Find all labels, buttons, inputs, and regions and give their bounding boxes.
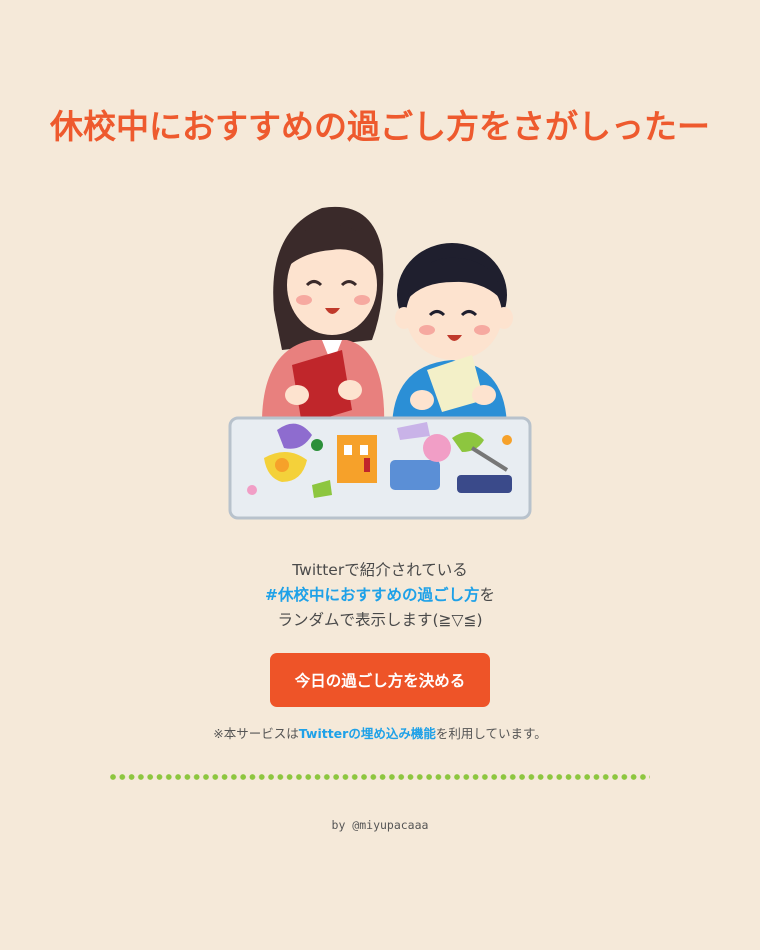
- hashtag-link[interactable]: #休校中におすすめの過ごし方: [265, 586, 480, 604]
- credit-by: by: [331, 818, 353, 832]
- family-craft-illustration: [228, 206, 532, 520]
- notice-prefix: ※本サービスは: [213, 726, 299, 741]
- description-line-1: Twitterで紹介されている: [292, 561, 468, 579]
- notice-suffix: を利用しています。: [435, 726, 547, 741]
- embed-notice: ※本サービスはTwitterの埋め込み機能を利用しています。: [0, 723, 760, 742]
- author-credit: by @miyupacaaa: [0, 818, 760, 832]
- description-line-3: ランダムで表示します(≧▽≦): [277, 611, 483, 629]
- author-link[interactable]: @miyupacaaa: [352, 818, 428, 832]
- twitter-embed-link[interactable]: Twitterの埋め込み機能: [299, 726, 436, 741]
- service-description: Twitterで紹介されている #休校中におすすめの過ごし方を ランダムで表示し…: [0, 558, 760, 633]
- decide-todays-activity-button[interactable]: 今日の過ごし方を決める: [270, 653, 490, 707]
- description-line-2: #休校中におすすめの過ごし方を: [0, 583, 760, 608]
- hashtag-suffix: を: [479, 586, 495, 604]
- page-title: 休校中におすすめの過ごし方をさがしったー: [50, 107, 710, 146]
- dotted-divider: [110, 774, 650, 780]
